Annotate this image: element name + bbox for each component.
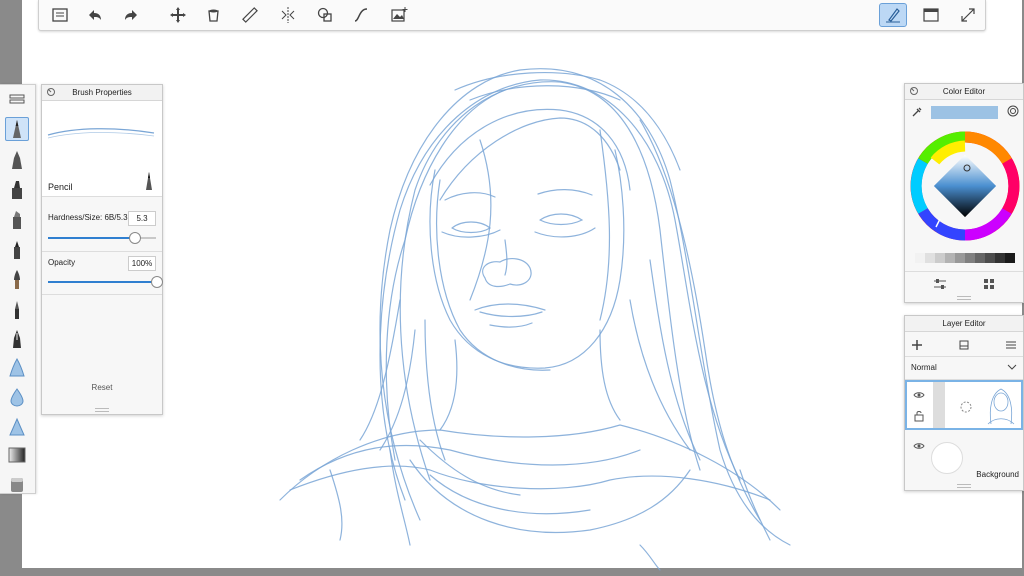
opacity-value-field[interactable]: 100% (128, 256, 156, 271)
hardness-label: Hardness/Size: 6B/5.3 (48, 213, 128, 222)
smudge-icon[interactable] (5, 415, 29, 439)
pencil-icon (146, 172, 152, 190)
layer-editor-title: Layer Editor (942, 319, 986, 328)
layer-sketch[interactable] (905, 380, 1023, 430)
current-color-swatch[interactable] (931, 106, 998, 119)
fullscreen-icon[interactable] (956, 3, 980, 27)
gallery-icon[interactable] (48, 3, 72, 27)
color-editor-panel: Color Editor (904, 83, 1024, 303)
brush-menu-icon[interactable] (5, 91, 29, 107)
ruler-icon[interactable] (238, 3, 262, 27)
undo-icon[interactable] (83, 3, 107, 27)
sliders-icon[interactable] (933, 278, 947, 290)
gray-swatch[interactable] (985, 253, 995, 263)
felt-pen-icon[interactable] (5, 238, 29, 262)
blend-mode-dropdown[interactable]: Normal (905, 357, 1023, 380)
panel-grip[interactable] (957, 296, 971, 300)
color-puck-icon[interactable] (1007, 105, 1019, 117)
brush-properties-title: Brush Properties (72, 88, 132, 97)
gray-swatch[interactable] (925, 253, 935, 263)
add-image-icon[interactable] (387, 3, 411, 27)
blur-drop-icon[interactable] (5, 385, 29, 409)
airbrush-icon[interactable] (5, 355, 29, 379)
fountain-pen-icon[interactable] (5, 327, 29, 351)
opacity-slider[interactable] (48, 276, 163, 288)
hardness-slider[interactable] (48, 232, 156, 244)
layer-name: Background (976, 470, 1019, 479)
add-layer-icon[interactable] (911, 339, 923, 351)
eyedropper-icon[interactable] (911, 106, 923, 118)
swatch-grid-icon[interactable] (982, 278, 996, 290)
top-toolbar (38, 0, 986, 31)
layer-stack-icon[interactable] (958, 339, 970, 351)
opacity-label: Opacity (48, 258, 76, 267)
transform-icon[interactable] (166, 3, 190, 27)
ink-brush-icon[interactable] (5, 298, 29, 322)
chisel-marker-icon[interactable] (5, 208, 29, 232)
background-color-thumbnail[interactable] (931, 442, 963, 474)
curve-icon[interactable] (349, 3, 373, 27)
panel-grip[interactable] (95, 408, 109, 412)
stroke-preview (47, 128, 155, 139)
chevron-down-icon (1007, 364, 1017, 370)
gray-swatches[interactable] (915, 253, 1015, 263)
pencil-brush-icon[interactable] (5, 117, 29, 141)
eraser-brush-icon[interactable] (5, 471, 29, 495)
brush-mode-icon[interactable] (879, 3, 907, 27)
window-icon[interactable] (919, 3, 943, 27)
gray-swatch[interactable] (955, 253, 965, 263)
lock-icon[interactable] (914, 410, 924, 422)
layer-thumbnail (987, 388, 1015, 425)
gray-swatch[interactable] (1005, 253, 1015, 263)
redo-icon[interactable] (119, 3, 143, 27)
marker-brush-icon[interactable] (5, 178, 29, 202)
gray-swatch[interactable] (975, 253, 985, 263)
layer-menu-icon[interactable] (1005, 339, 1017, 351)
panel-grip[interactable] (957, 484, 971, 488)
paintbrush-icon[interactable] (5, 268, 29, 292)
color-wheel[interactable] (910, 131, 1020, 241)
visibility-eye-icon[interactable] (913, 391, 925, 399)
brush-name: Pencil (48, 182, 73, 192)
symmetry-icon[interactable] (276, 3, 300, 27)
reset-button[interactable]: Reset (42, 383, 162, 392)
gray-swatch[interactable] (965, 253, 975, 263)
hardness-value-field[interactable]: 5.3 (128, 211, 156, 226)
selection-icon[interactable] (313, 3, 337, 27)
pin-icon[interactable] (46, 87, 56, 97)
brush-preview: Pencil (42, 101, 162, 197)
layer-editor-panel: Layer Editor Normal Background (904, 315, 1024, 491)
pin-icon[interactable] (909, 86, 919, 96)
brush-library (0, 84, 36, 494)
layer-settings-icon[interactable] (959, 400, 973, 414)
layer-background[interactable]: Background (905, 432, 1023, 482)
blend-mode-value: Normal (911, 363, 937, 372)
pen-brush-icon[interactable] (5, 148, 29, 172)
paint-bucket-icon[interactable] (202, 3, 226, 27)
gray-swatch[interactable] (915, 253, 925, 263)
color-editor-title: Color Editor (942, 87, 986, 96)
brush-properties-panel: Brush Properties Pencil Hardness/Size: 6… (41, 84, 163, 415)
gray-swatch[interactable] (995, 253, 1005, 263)
layer-opacity-bar[interactable] (933, 382, 945, 428)
visibility-eye-icon[interactable] (913, 442, 925, 450)
gray-swatch[interactable] (945, 253, 955, 263)
gray-swatch[interactable] (935, 253, 945, 263)
gradient-fill-icon[interactable] (5, 443, 29, 467)
